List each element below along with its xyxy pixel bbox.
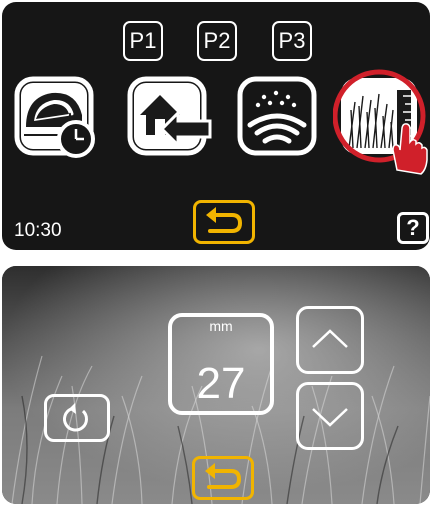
- reset-height-button[interactable]: [44, 394, 110, 442]
- help-button[interactable]: ?: [397, 212, 429, 244]
- clock-time: 10:30: [14, 220, 62, 241]
- chevron-down-icon: [312, 408, 348, 427]
- preset-p2-button[interactable]: P2: [197, 21, 237, 61]
- preset-p3-button[interactable]: P3: [272, 21, 312, 61]
- preset-p1-button[interactable]: P1: [123, 21, 163, 61]
- rain-sensor-tile[interactable]: [234, 73, 322, 161]
- increase-height-button[interactable]: [296, 306, 364, 374]
- cutting-height-value: 27: [196, 359, 246, 408]
- cutting-height-tile[interactable]: [332, 66, 430, 176]
- cutting-height-icon: [332, 69, 428, 175]
- refresh-icon: [63, 403, 88, 432]
- mower-schedule-icon: [14, 76, 95, 158]
- return-arrow-icon: [205, 463, 242, 489]
- back-button[interactable]: [193, 200, 255, 244]
- main-menu-screen: P1 P2 P3 10:30 ?: [2, 2, 430, 250]
- rain-sensor-icon: [237, 76, 317, 156]
- unit-label: mm: [209, 318, 233, 334]
- home-return-icon: [127, 76, 212, 156]
- return-home-tile[interactable]: [124, 73, 212, 161]
- back-button[interactable]: [192, 456, 254, 500]
- schedule-tile[interactable]: [12, 73, 100, 161]
- chevron-up-icon: [312, 329, 348, 348]
- decrease-height-button[interactable]: [296, 382, 364, 450]
- return-arrow-icon: [206, 207, 243, 233]
- cutting-height-screen: mm 27: [2, 266, 430, 504]
